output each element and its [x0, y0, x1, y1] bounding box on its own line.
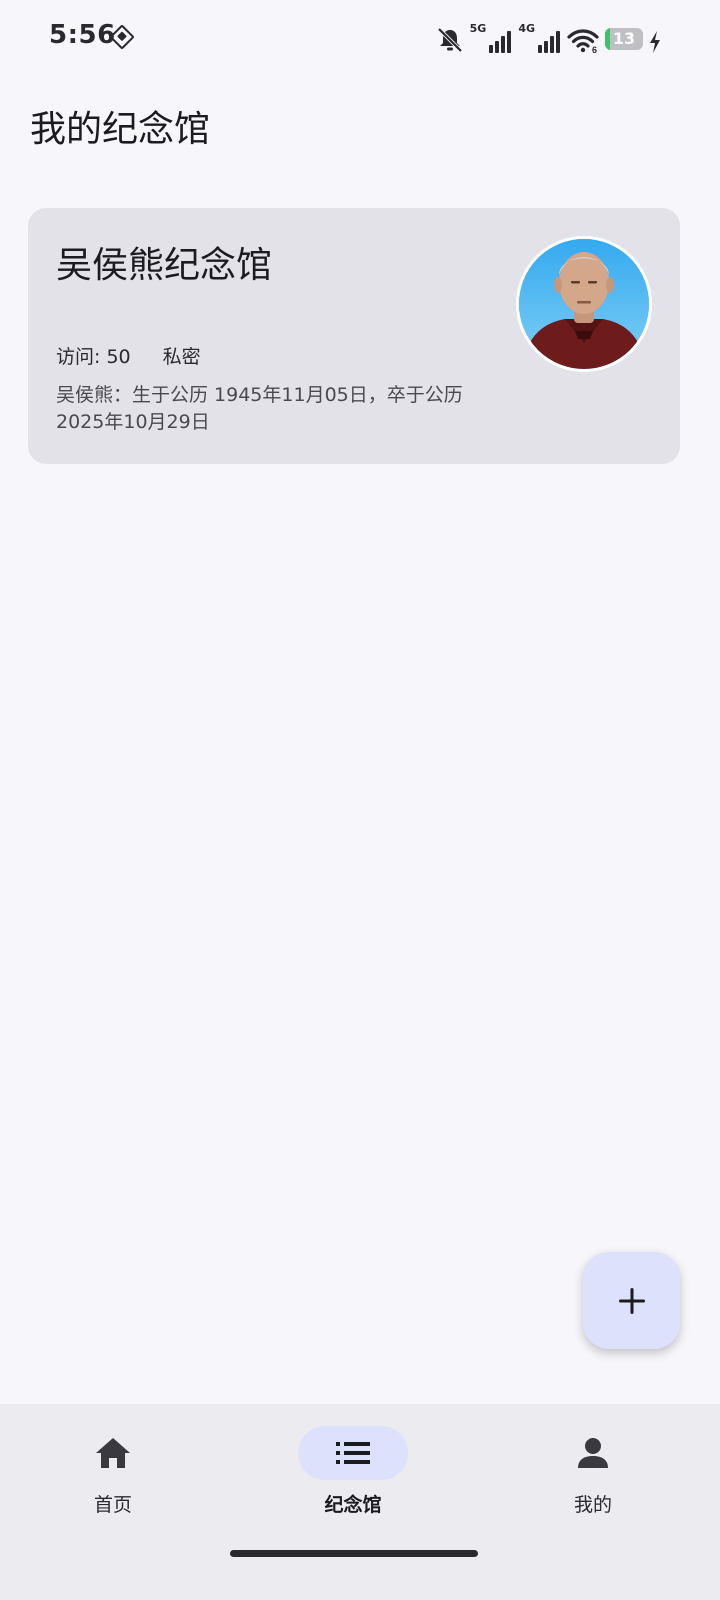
plus-icon — [618, 1287, 645, 1314]
nav-label-memorials: 纪念馆 — [324, 1494, 382, 1516]
nav-icon-container — [538, 1426, 648, 1480]
wifi-icon: 6 — [567, 29, 599, 53]
nav-item-mine[interactable]: 我的 — [513, 1426, 673, 1526]
charging-bolt-icon — [650, 31, 660, 53]
signal-5g-icon — [489, 31, 512, 53]
battery-icon: 13 — [605, 28, 643, 50]
nav-icon-container — [298, 1426, 408, 1480]
home-icon — [96, 1438, 130, 1468]
page-title: 我的纪念馆 — [30, 109, 211, 150]
status-bar: 5:56 5G 4G 6 13 — [0, 0, 720, 76]
privacy-label: 私密 — [162, 346, 201, 368]
visit-count: 访问: 50 — [56, 346, 131, 368]
signal-4g-icon — [538, 31, 560, 53]
add-memorial-button[interactable] — [583, 1252, 680, 1349]
portrait-photo — [519, 239, 649, 369]
network-5g-label: 5G — [469, 22, 487, 35]
bottom-navigation: 首页 纪念馆 我的 — [0, 1404, 720, 1600]
list-icon — [336, 1442, 370, 1464]
memorial-meta: 访问: 50 私密 — [56, 342, 201, 369]
status-icons: 5G 4G 6 13 — [436, 23, 661, 53]
nav-item-memorials[interactable]: 纪念馆 — [273, 1426, 433, 1526]
network-4g-label: 4G — [518, 22, 535, 35]
avatar — [516, 236, 652, 372]
status-time: 5:56 — [49, 20, 116, 50]
home-indicator[interactable] — [230, 1550, 478, 1557]
memorial-card[interactable]: 吴侯熊纪念馆 访问: 50 私密 吴侯熊：生于公历 1945年11月05日，卒于… — [28, 208, 680, 464]
nav-label-home: 首页 — [93, 1494, 132, 1516]
battery-level-text: 13 — [612, 29, 636, 48]
bell-muted-icon — [437, 27, 463, 53]
nav-label-mine: 我的 — [573, 1494, 612, 1516]
person-icon — [578, 1438, 608, 1468]
memorial-description: 吴侯熊：生于公历 1945年11月05日，卒于公历 2025年10月29日 — [56, 384, 463, 433]
wifi-label: 6 — [592, 45, 597, 53]
nav-item-home[interactable]: 首页 — [33, 1426, 193, 1526]
memorial-name: 吴侯熊纪念馆 — [56, 245, 273, 286]
nav-icon-container — [58, 1426, 168, 1480]
